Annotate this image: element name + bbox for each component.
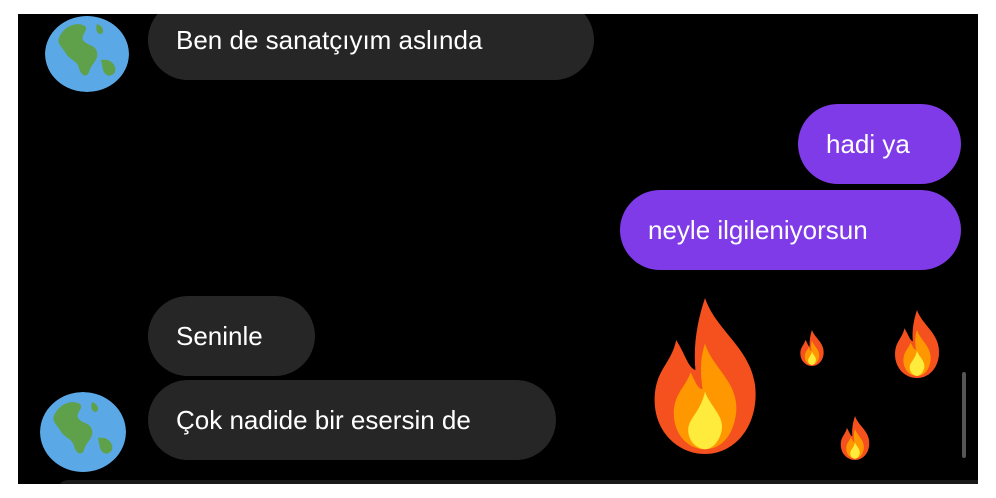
message-bubble[interactable]: hadi ya <box>798 104 961 184</box>
fire-emoji-icon <box>654 298 756 454</box>
message-text: hadi ya <box>826 129 910 159</box>
scrollbar[interactable] <box>962 372 966 458</box>
message-input-edge[interactable] <box>58 480 978 484</box>
fire-emoji-icon <box>800 330 824 366</box>
message-text: Ben de sanatçıyım aslında <box>176 25 483 55</box>
fire-emoji-icon <box>840 416 870 460</box>
message-text: Seninle <box>176 321 263 351</box>
chat-screen: Ben de sanatçıyım aslında hadi ya neyle … <box>18 14 978 484</box>
message-text: neyle ilgileniyorsun <box>648 215 868 245</box>
globe-avatar-icon[interactable] <box>40 392 126 472</box>
message-bubble[interactable]: Seninle <box>148 296 315 376</box>
message-bubble[interactable]: Çok nadide bir esersin de <box>148 380 556 460</box>
message-bubble[interactable]: Ben de sanatçıyım aslında <box>148 14 594 80</box>
message-text: Çok nadide bir esersin de <box>176 405 471 435</box>
message-bubble[interactable]: neyle ilgileniyorsun <box>620 190 961 270</box>
globe-avatar-icon[interactable] <box>45 16 129 92</box>
fire-emoji-icon <box>895 310 940 378</box>
